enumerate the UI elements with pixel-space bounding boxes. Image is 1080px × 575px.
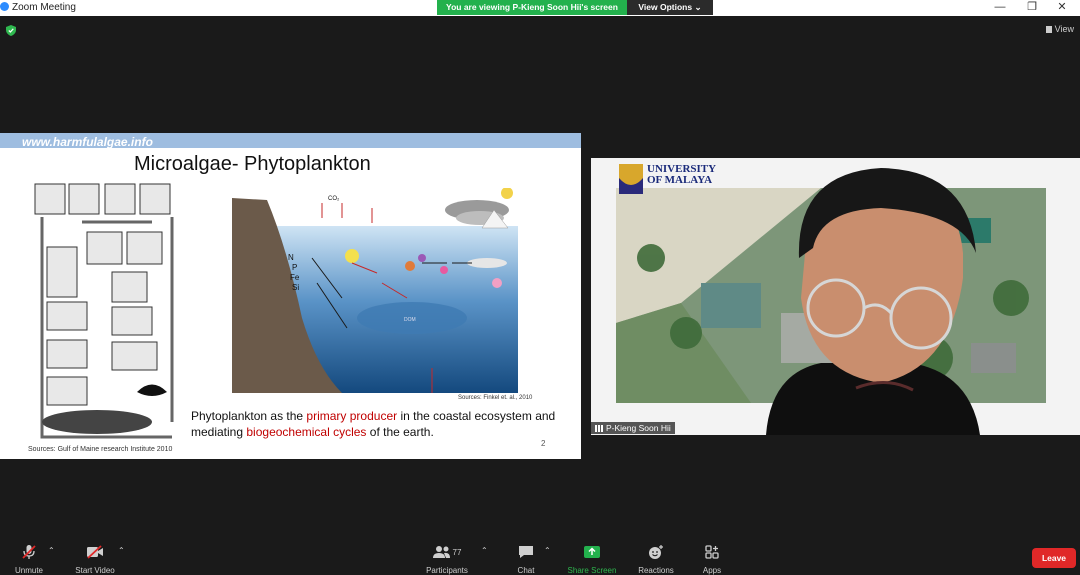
zoom-app-icon [0, 2, 9, 11]
participants-icon [432, 546, 450, 558]
biogeochemical-cycles-highlight: biogeochemical cycles [246, 425, 367, 439]
audio-options-caret[interactable]: ⌃ [48, 546, 55, 555]
encryption-shield-icon[interactable] [6, 25, 16, 36]
slide-title: Microalgae- Phytoplankton [134, 153, 371, 175]
smiley-reaction-icon [649, 545, 663, 559]
grid-view-icon [1045, 26, 1052, 33]
co2-label: CO₂ [328, 196, 340, 202]
reactions-button[interactable]: Reactions [634, 544, 678, 575]
share-screen-button[interactable]: Share Screen [563, 544, 621, 575]
shared-screen-slide: www.harmfulalgae.info Microalgae- Phytop… [0, 133, 581, 459]
muted-microphone-icon [22, 545, 36, 559]
dom-label: DOM [404, 317, 416, 323]
chat-options-caret[interactable]: ⌃ [544, 546, 551, 555]
diagram-source: Sources: Finkel et. al., 2010 [458, 395, 533, 401]
view-button-label: View [1054, 24, 1074, 34]
view-options-button[interactable]: View Options ⌄ [627, 0, 713, 15]
share-screen-icon [584, 546, 600, 558]
body-text-part: Phytoplankton as the [191, 409, 307, 423]
chat-label: Chat [517, 566, 535, 575]
primary-producer-highlight: primary producer [306, 409, 398, 423]
apps-icon [705, 545, 719, 559]
close-button[interactable]: ✕ [1044, 0, 1080, 16]
nutrient-si-label: Si [292, 283, 299, 292]
reactions-label: Reactions [638, 566, 674, 575]
ocean-biogeochemistry-diagram: N P Fe Si CO₂ DOM [232, 188, 518, 393]
participants-label: Participants [426, 566, 468, 575]
slide-body-text: Phytoplankton as the primary producer in… [191, 408, 571, 440]
nutrient-fe-label: Fe [290, 273, 300, 282]
participants-count: 77 [452, 547, 462, 557]
nutrient-p-label: P [292, 263, 297, 272]
chat-button[interactable]: Chat [510, 544, 542, 575]
participant-name-label: P-Kieng Soon Hii [591, 422, 675, 434]
signal-strength-icon [595, 425, 603, 432]
university-name-line-2: OF MALAYA [647, 174, 712, 186]
video-options-caret[interactable]: ⌃ [118, 546, 125, 555]
participants-button[interactable]: 77 Participants [422, 544, 472, 575]
slide-url: www.harmfulalgae.info [22, 135, 153, 149]
participant-video-tile[interactable]: UNIVERSITY OF MALAYA [591, 158, 1080, 435]
unmute-button[interactable]: Unmute [8, 544, 50, 575]
share-screen-label: Share Screen [567, 566, 617, 575]
participants-options-caret[interactable]: ⌃ [481, 546, 488, 555]
unmute-label: Unmute [14, 566, 43, 575]
video-feed: UNIVERSITY OF MALAYA [591, 158, 1080, 435]
slide-page-number: 2 [541, 439, 546, 448]
window-title: Zoom Meeting [12, 2, 76, 13]
food-web-source: Sources: Gulf of Maine research Institut… [28, 446, 173, 453]
participant-name: P-Kieng Soon Hii [606, 423, 671, 433]
marine-food-web-illustration [32, 182, 182, 444]
leave-meeting-button[interactable]: Leave [1032, 548, 1076, 568]
view-layout-button[interactable]: View [1045, 24, 1074, 34]
video-off-icon [87, 545, 103, 559]
viewing-screen-banner: You are viewing P-Kieng Soon Hii's scree… [437, 0, 627, 15]
apps-button[interactable]: Apps [698, 544, 726, 575]
nutrient-n-label: N [288, 253, 294, 262]
minimize-button[interactable]: — [982, 0, 1018, 16]
apps-label: Apps [702, 566, 722, 575]
start-video-button[interactable]: Start Video [70, 544, 120, 575]
chat-bubble-icon [519, 546, 533, 558]
start-video-label: Start Video [75, 566, 115, 575]
body-text-part: of the earth. [366, 425, 434, 439]
